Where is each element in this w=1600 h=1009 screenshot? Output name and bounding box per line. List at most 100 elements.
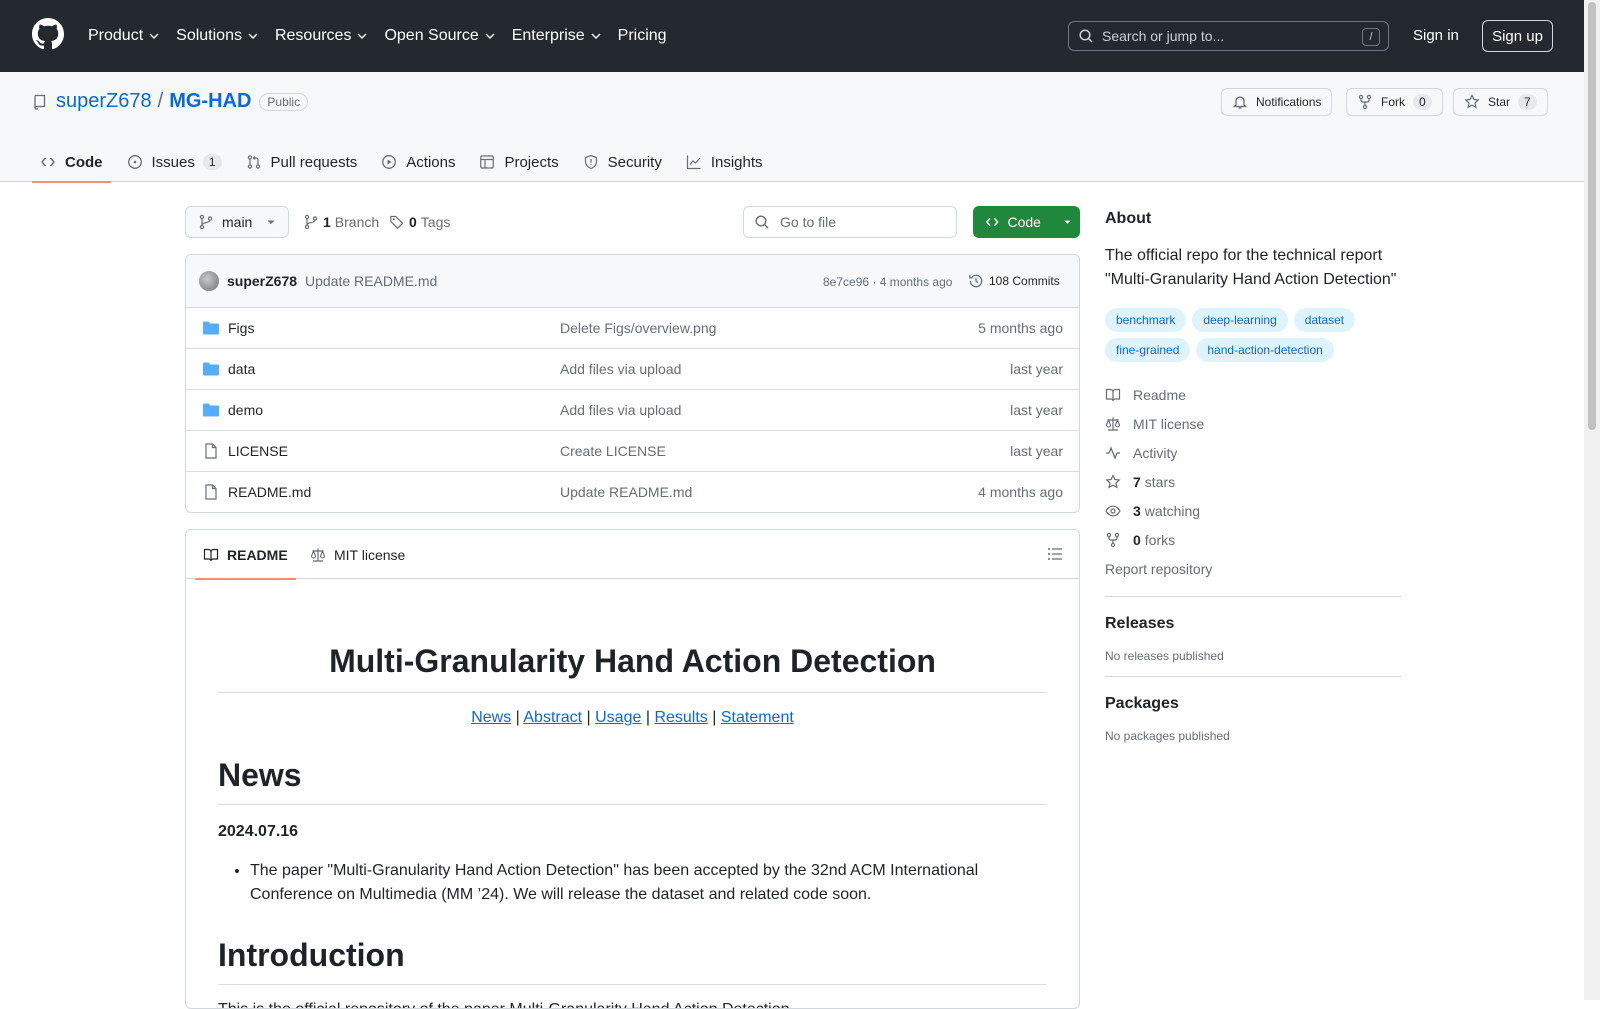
topic-tag[interactable]: deep-learning	[1192, 308, 1288, 332]
commit-author[interactable]: superZ678	[227, 273, 297, 289]
file-commit-message[interactable]: Delete Figs/overview.png	[560, 320, 716, 336]
link-abstract[interactable]: Abstract	[523, 709, 582, 726]
github-logo-icon[interactable]	[32, 18, 64, 50]
link-results[interactable]: Results	[654, 709, 707, 726]
nav-resources[interactable]: Resources	[275, 27, 368, 45]
repo-title: superZ678 / MG-HAD Public	[32, 90, 309, 113]
tab-license-label: MIT license	[334, 546, 406, 563]
repo-name-link[interactable]: MG-HAD	[169, 90, 251, 113]
nav-pricing[interactable]: Pricing	[618, 27, 667, 45]
file-commit-message[interactable]: Update README.md	[560, 484, 692, 500]
file-row[interactable]: LICENSE Create LICENSE last year	[186, 431, 1079, 472]
commit-hash-time[interactable]: 8e7ce96 · 4 months ago	[823, 275, 952, 289]
branch-count: 1	[323, 214, 331, 230]
file-name[interactable]: README.md	[228, 484, 311, 500]
link-statement[interactable]: Statement	[721, 709, 794, 726]
search-icon	[755, 215, 769, 229]
tab-projects[interactable]: Projects	[471, 142, 566, 182]
commits-count: 108 Commits	[989, 274, 1060, 288]
file-commit-message[interactable]: Add files via upload	[560, 402, 681, 418]
nav-solutions[interactable]: Solutions	[176, 27, 259, 45]
star-count: 7	[1518, 94, 1537, 110]
fork-button[interactable]: Fork 0	[1346, 88, 1443, 116]
topic-tag[interactable]: fine-grained	[1105, 338, 1191, 362]
forks-link[interactable]: 0 forks	[1105, 525, 1401, 554]
branch-select-button[interactable]: main	[185, 206, 289, 238]
latest-commit-bar: superZ678 Update README.md 8e7ce96 · 4 m…	[186, 255, 1079, 308]
link-separator: |	[586, 709, 591, 726]
readme-content: Multi-Granularity Hand Action Detection …	[186, 609, 1079, 1008]
topic-tag[interactable]: dataset	[1293, 308, 1356, 332]
license-link[interactable]: MIT license	[1105, 409, 1401, 438]
code-dropdown-button[interactable]: Code	[973, 206, 1080, 238]
topic-tag[interactable]: hand-action-detection	[1196, 338, 1334, 362]
file-name[interactable]: demo	[228, 402, 263, 418]
stars-link[interactable]: 7 stars	[1105, 467, 1401, 496]
file-row[interactable]: data Add files via upload last year	[186, 349, 1079, 390]
file-commit-message[interactable]: Create LICENSE	[560, 443, 666, 459]
file-name[interactable]: Figs	[228, 320, 254, 336]
search-placeholder: Search or jump to...	[1102, 28, 1225, 44]
activity-link[interactable]: Activity	[1105, 438, 1401, 467]
file-row[interactable]: demo Add files via upload last year	[186, 390, 1079, 431]
activity-link-label: Activity	[1133, 444, 1178, 461]
tag-count: 0	[409, 214, 417, 230]
file-browser: superZ678 Update README.md 8e7ce96 · 4 m…	[185, 254, 1080, 513]
commit-message[interactable]: Update README.md	[305, 273, 437, 289]
search-input[interactable]: Search or jump to... /	[1068, 21, 1389, 51]
branches-link[interactable]: 1 Branch	[303, 214, 379, 230]
watchers-link[interactable]: 3 watching	[1105, 496, 1401, 525]
sign-up-button[interactable]: Sign up	[1482, 20, 1553, 52]
tab-pull-requests[interactable]: Pull requests	[238, 142, 366, 182]
nav-open-source[interactable]: Open Source	[384, 27, 495, 45]
nav-enterprise[interactable]: Enterprise	[512, 27, 602, 45]
link-usage[interactable]: Usage	[595, 709, 641, 726]
repo-owner-link[interactable]: superZ678	[56, 90, 152, 113]
tab-insights[interactable]: Insights	[678, 142, 771, 182]
link-separator: |	[712, 709, 717, 726]
notifications-button[interactable]: Notifications	[1221, 88, 1333, 116]
tab-actions-label: Actions	[406, 153, 456, 171]
nav-open-source-label: Open Source	[384, 27, 479, 44]
packages-heading[interactable]: Packages	[1105, 695, 1401, 713]
report-repository-link[interactable]: Report repository	[1105, 554, 1401, 583]
nav-product[interactable]: Product	[88, 27, 160, 45]
file-row[interactable]: Figs Delete Figs/overview.png 5 months a…	[186, 308, 1079, 349]
readme-title: Multi-Granularity Hand Action Detection	[218, 609, 1047, 693]
commits-history-link[interactable]: 108 Commits	[968, 273, 1060, 289]
releases-heading[interactable]: Releases	[1105, 615, 1401, 633]
license-link-label: MIT license	[1133, 415, 1205, 432]
news-heading: News	[218, 757, 1047, 805]
branch-icon	[304, 214, 318, 230]
link-news[interactable]: News	[471, 709, 511, 726]
sidebar-divider	[1105, 596, 1401, 597]
file-commit-message[interactable]: Add files via upload	[560, 361, 681, 377]
stars-count: 7	[1133, 473, 1141, 490]
folder-icon	[203, 362, 219, 376]
watching-label: watching	[1144, 502, 1201, 519]
tab-code[interactable]: Code	[32, 142, 111, 183]
file-commit-time: last year	[1010, 361, 1063, 377]
topic-tag[interactable]: benchmark	[1105, 308, 1187, 332]
file-commit-time: last year	[1010, 443, 1063, 459]
tab-security[interactable]: Security	[575, 142, 670, 182]
tab-actions[interactable]: Actions	[373, 142, 463, 182]
star-button[interactable]: Star 7	[1453, 88, 1548, 116]
file-row[interactable]: README.md Update README.md 4 months ago	[186, 472, 1079, 512]
list-outline-icon[interactable]	[1047, 546, 1063, 562]
avatar[interactable]	[199, 271, 219, 291]
file-name[interactable]: LICENSE	[228, 443, 288, 459]
file-name[interactable]: data	[228, 361, 255, 377]
readme-link[interactable]: Readme	[1105, 380, 1401, 409]
table-icon	[480, 155, 495, 169]
sign-in-link[interactable]: Sign in	[1413, 27, 1459, 44]
scrollbar-thumb[interactable]	[1588, 2, 1596, 430]
tags-link[interactable]: 0 Tags	[389, 214, 450, 230]
branch-icon	[199, 214, 213, 230]
tab-readme[interactable]: README	[195, 530, 296, 580]
tab-license[interactable]: MIT license	[310, 530, 405, 579]
search-shortcut-key: /	[1362, 28, 1380, 46]
nav-resources-label: Resources	[274, 27, 352, 44]
go-to-file-input[interactable]: Go to file	[743, 206, 957, 238]
tab-issues[interactable]: Issues 1	[119, 142, 230, 182]
